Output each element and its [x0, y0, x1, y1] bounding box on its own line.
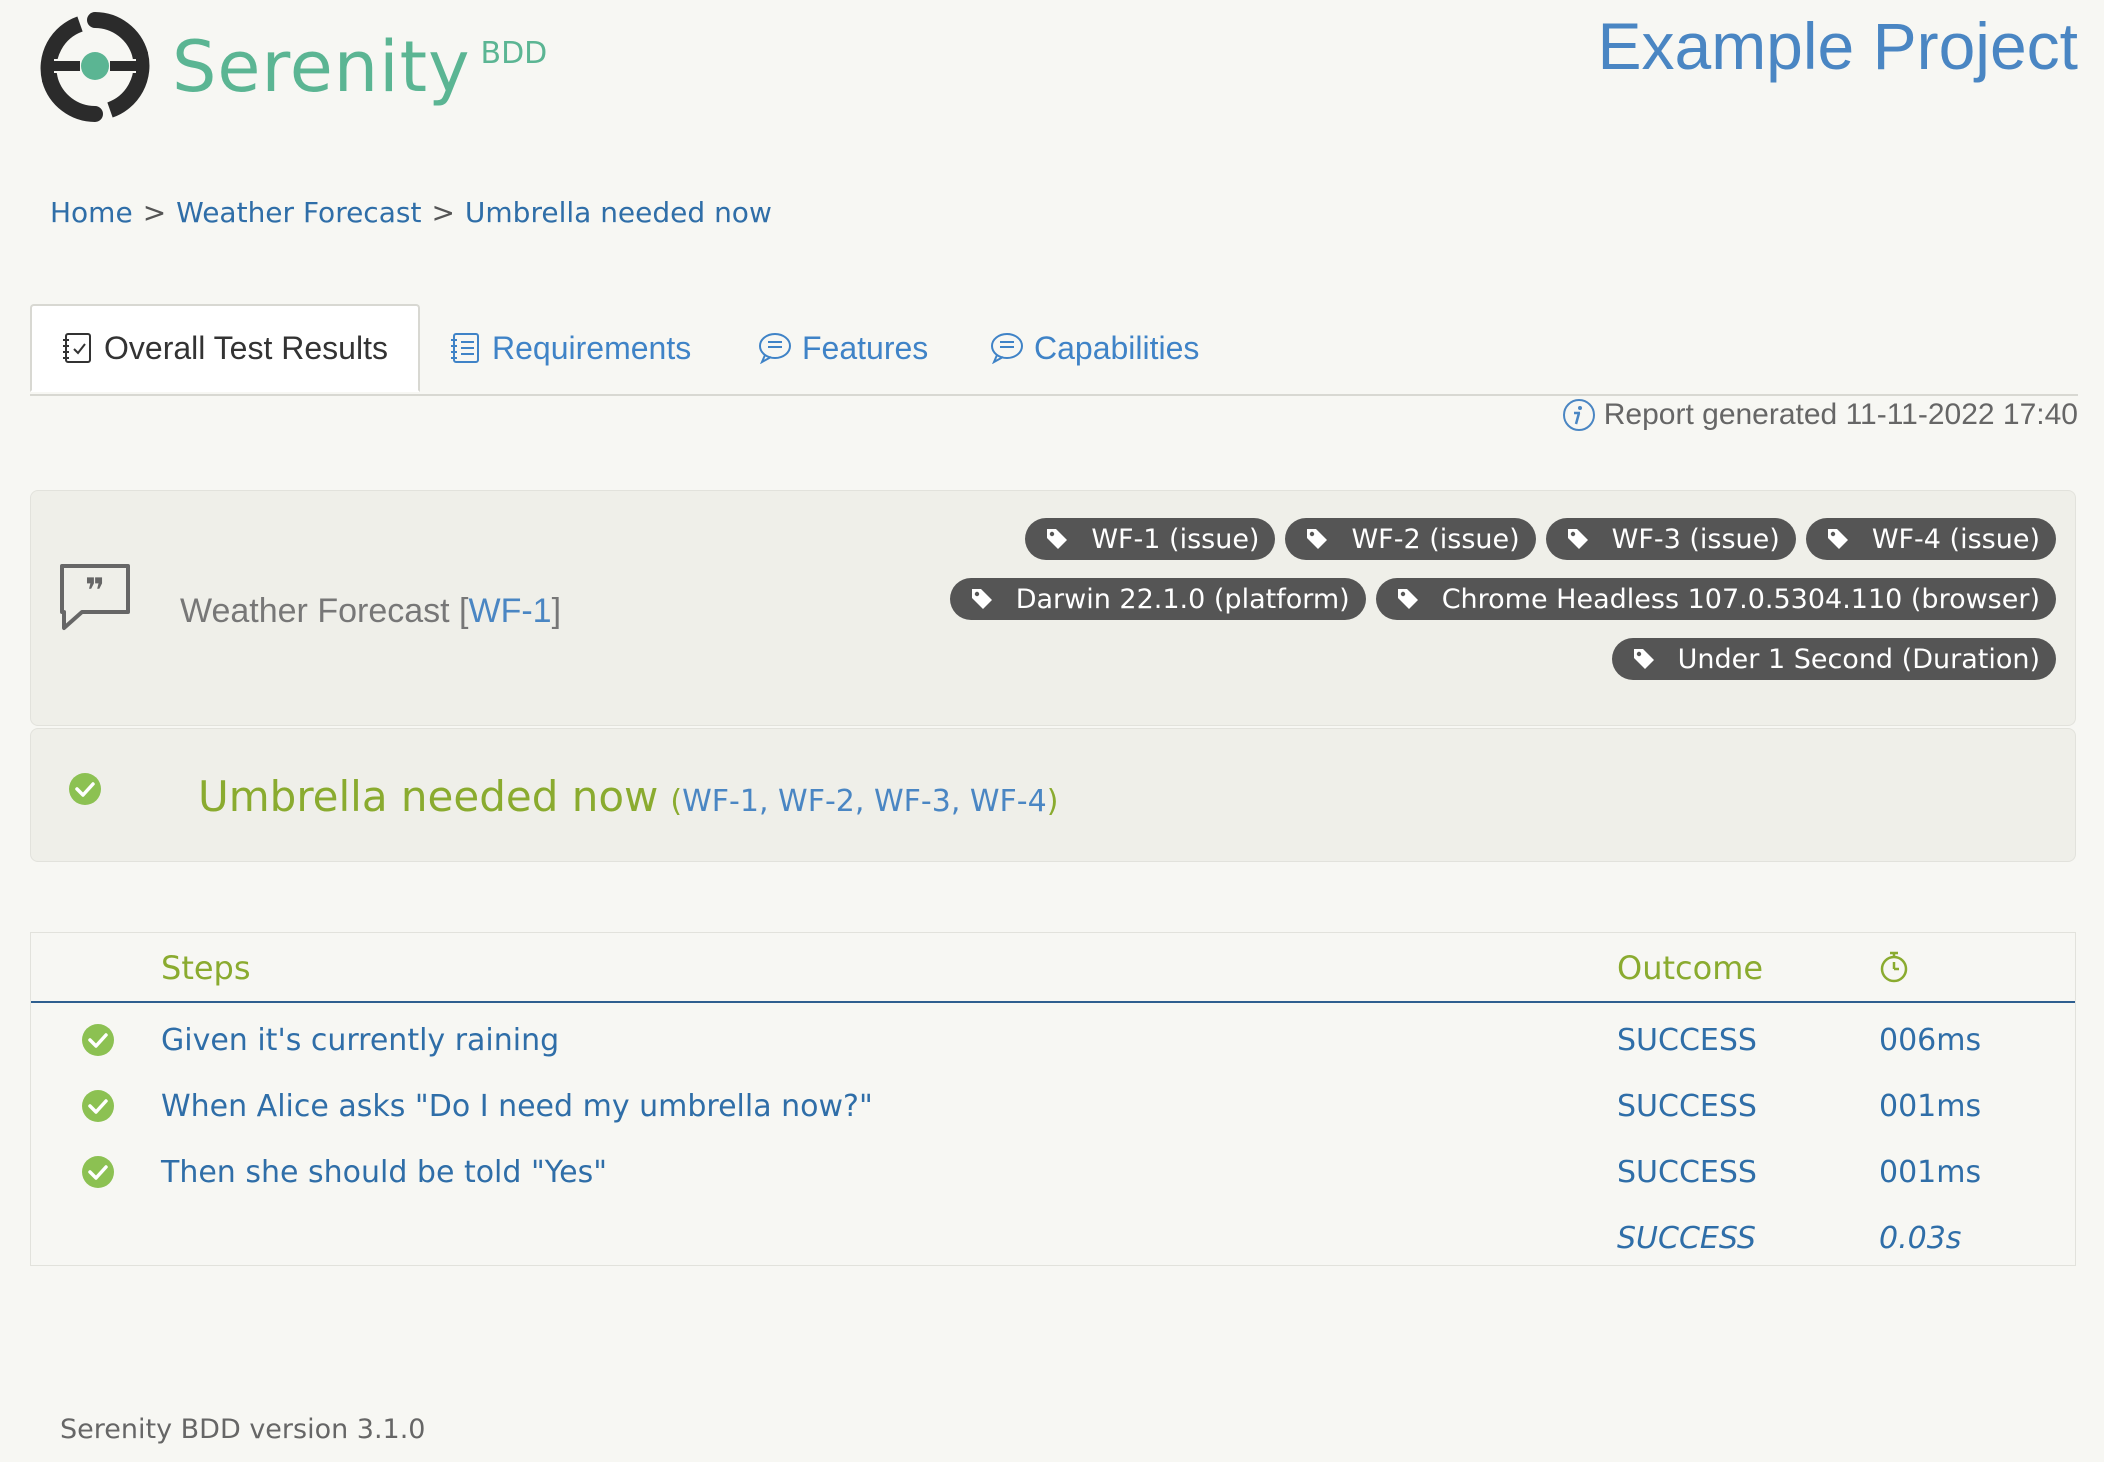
tag-label: Chrome Headless 107.0.5304.110 (browser) [1441, 583, 2040, 615]
check-circle-icon [82, 1024, 114, 1056]
version-footer: Serenity BDD version 3.1.0 [60, 1414, 426, 1445]
step-outcome: SUCCESS [1617, 1155, 1757, 1190]
tag-badge[interactable]: WF-2 (issue) [1285, 518, 1536, 560]
logo-suffix: BDD [480, 35, 548, 71]
tag-label: WF-2 (issue) [1351, 523, 1520, 555]
feature-issue-link[interactable]: WF-1 [469, 592, 552, 630]
bracket: [ [459, 592, 469, 630]
tab-capabilities[interactable]: Capabilities [990, 304, 1199, 392]
tab-requirements[interactable]: Requirements [450, 304, 691, 392]
scenario-name: Umbrella needed now [198, 772, 659, 821]
step-description: When Alice asks "Do I need my umbrella n… [161, 1089, 873, 1124]
breadcrumb-separator: > [431, 196, 455, 229]
scenario-issue-link[interactable]: WF-3 [874, 784, 951, 819]
info-icon [1562, 399, 1595, 431]
tag-icon [1567, 529, 1588, 549]
breadcrumb-home-link[interactable]: Home [50, 196, 133, 229]
check-circle-icon [82, 1156, 114, 1188]
tag-label: Darwin 22.1.0 (platform) [1015, 583, 1350, 615]
tab-bar: Overall Test Results Requirements Featur… [30, 304, 2078, 396]
total-outcome: SUCCESS [1617, 1221, 1756, 1256]
breadcrumb-current: Umbrella needed now [464, 196, 772, 229]
breadcrumb: Home > Weather Forecast > Umbrella needed no… [50, 196, 772, 229]
tab-features[interactable]: Features [758, 304, 928, 392]
tag-icon [1047, 529, 1068, 549]
stopwatch-icon [1880, 951, 1908, 983]
scenario-issue-link[interactable]: WF-4 [970, 784, 1047, 819]
tag-badge[interactable]: Chrome Headless 107.0.5304.110 (browser) [1375, 578, 2056, 620]
table-row: Given it's currently raining SUCCESS 006… [31, 1013, 2075, 1079]
steps-table: Steps Outcome Given it's currently raini… [30, 932, 2076, 1266]
report-generated-text: Report generated 11-11-2022 17:40 [1603, 398, 2078, 431]
table-row: Then she should be told "Yes" SUCCESS 00… [31, 1145, 2075, 1211]
breadcrumb-separator: > [142, 196, 167, 229]
tag-badge[interactable]: WF-1 (issue) [1025, 518, 1276, 560]
serenity-logo[interactable]: Serenity BDD [40, 12, 547, 122]
step-outcome: SUCCESS [1617, 1089, 1757, 1124]
tag-icon [1307, 529, 1328, 549]
logo-wordmark: Serenity [172, 26, 471, 108]
report-generated: Report generated 11-11-2022 17:40 [1562, 398, 2078, 432]
scenario-title: Umbrella needed now (WF-1, WF-2, WF-3, WF… [198, 772, 1058, 821]
step-outcome: SUCCESS [1617, 1023, 1757, 1058]
bracket: ] [551, 592, 562, 630]
feature-title: Weather Forecast [WF-1] [180, 592, 561, 631]
table-row: When Alice asks "Do I need my umbrella n… [31, 1079, 2075, 1145]
tab-label: Capabilities [1034, 329, 1200, 366]
tag-label: WF-1 (issue) [1091, 523, 1260, 555]
tag-icon [1633, 649, 1654, 669]
tag-badge[interactable]: WF-3 (issue) [1545, 518, 1796, 560]
scenario-issues: (WF-1, WF-2, WF-3, WF-4) [670, 784, 1059, 819]
step-duration: 006ms [1879, 1023, 1982, 1058]
serenity-logo-icon [40, 12, 150, 122]
scenario-issue-link[interactable]: WF-2 [778, 784, 855, 819]
tag-badge[interactable]: Darwin 22.1.0 (platform) [949, 578, 1366, 620]
tab-label: Overall Test Results [104, 329, 388, 366]
table-total-row: SUCCESS 0.03s [31, 1211, 2075, 1277]
tag-badge[interactable]: WF-4 (issue) [1805, 518, 2056, 560]
step-duration: 001ms [1879, 1089, 1982, 1124]
tab-label: Requirements [492, 329, 692, 366]
paren: ( [670, 784, 683, 819]
chat-icon [991, 333, 1023, 364]
scenario-issue-link[interactable]: WF-1 [682, 784, 759, 819]
check-circle-icon [69, 773, 101, 805]
steps-table-header: Steps Outcome [31, 933, 2075, 1003]
steps-header-label: Steps [161, 949, 251, 987]
tag-icon [1827, 529, 1848, 549]
tag-label: WF-3 (issue) [1611, 523, 1780, 555]
tags-row: WF-1 (issue) WF-2 (issue) WF-3 (issue) W… [1025, 518, 2056, 560]
paren: ) [1046, 784, 1059, 819]
checklist-icon [63, 333, 91, 363]
tag-label: WF-4 (issue) [1871, 523, 2040, 555]
project-title: Example Project [1597, 9, 2078, 83]
step-duration: 001ms [1879, 1155, 1982, 1190]
total-duration: 0.03s [1879, 1221, 1962, 1256]
check-circle-icon [82, 1090, 114, 1122]
quote-bubble-icon: ❞ [60, 564, 130, 630]
tag-icon [1397, 589, 1418, 609]
breadcrumb-feature-link[interactable]: Weather Forecast [176, 196, 421, 229]
tab-overall-test-results[interactable]: Overall Test Results [30, 304, 420, 392]
svg-text:❞: ❞ [85, 571, 105, 611]
tag-icon [971, 589, 992, 609]
tag-badge[interactable]: Under 1 Second (Duration) [1611, 638, 2056, 680]
list-icon [451, 333, 479, 363]
chat-icon [759, 333, 791, 364]
step-description: Given it's currently raining [161, 1023, 560, 1058]
outcome-header-label: Outcome [1617, 949, 1764, 987]
tag-label: Under 1 Second (Duration) [1677, 643, 2040, 675]
tab-label: Features [802, 329, 929, 366]
feature-name: Weather Forecast [180, 592, 450, 630]
tags-row: Under 1 Second (Duration) [1611, 638, 2056, 680]
step-description: Then she should be told "Yes" [161, 1155, 608, 1190]
tags-row: Darwin 22.1.0 (platform) Chrome Headless… [949, 578, 2056, 620]
